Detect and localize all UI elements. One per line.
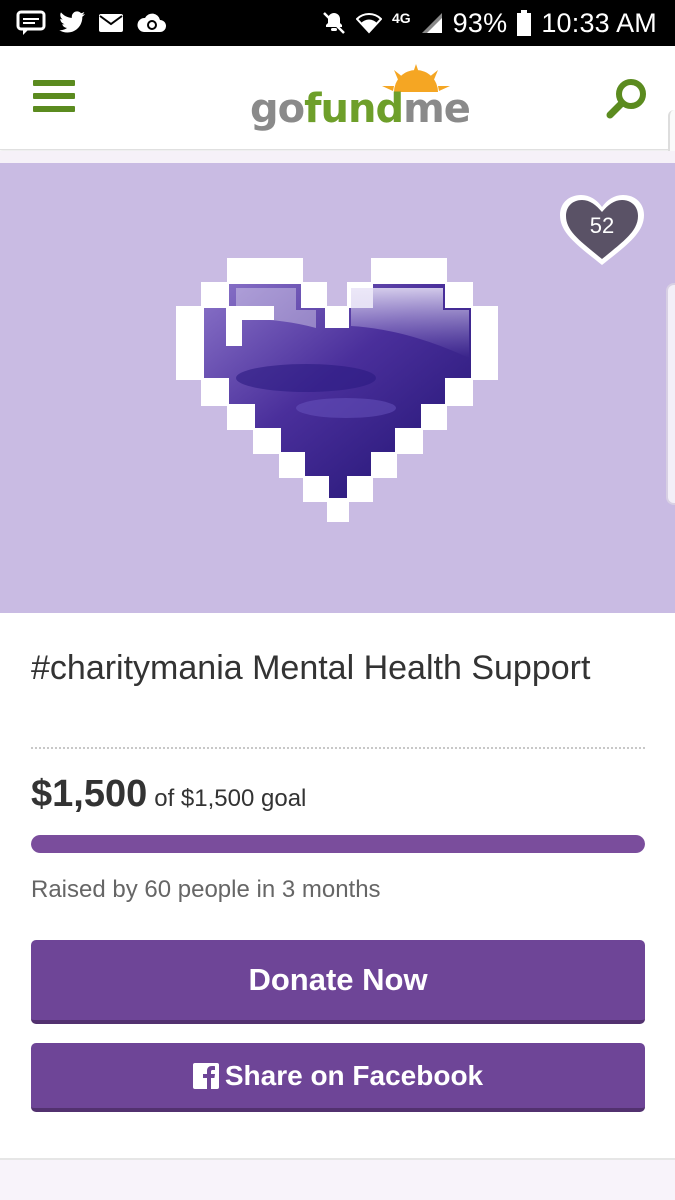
system-status: 4G 93% 10:33 AM [322,8,657,39]
funding-summary: $1,500 of $1,500 goal [31,773,306,816]
favorite-button[interactable]: 52 [557,193,647,269]
donate-now-button[interactable]: Donate Now [31,940,645,1024]
campaign-hero-image: 52 [0,163,675,613]
battery-percent: 93% [452,7,508,38]
donate-now-label: Donate Now [248,962,428,997]
hamburger-icon-bar [33,80,75,86]
next-section [0,1160,675,1200]
clock: 10:33 AM [541,7,657,38]
notification-icons [16,10,166,36]
share-facebook-button[interactable]: Share on Facebook [31,1043,645,1112]
side-panel-tab[interactable] [666,283,675,505]
logo-wordmark: gofundme [250,86,471,132]
facebook-icon [192,1062,219,1089]
battery-icon [517,10,532,36]
twitter-icon [58,11,86,35]
search-button[interactable] [604,76,650,122]
search-icon [606,79,646,119]
funding-progress-fill [31,835,645,853]
chat-icon [16,10,46,36]
wifi-icon [355,12,382,34]
header-spacer [0,151,675,163]
goal-amount: of $1,500 goal [154,785,307,812]
hamburger-icon-bar [33,93,75,99]
share-facebook-label: Share on Facebook [224,1059,484,1091]
mail-icon [98,13,124,33]
mute-icon [322,11,346,35]
gofundme-logo[interactable]: gofundme [250,62,471,142]
donor-summary: Raised by 60 people in 3 months [31,876,381,903]
signal-icon [421,12,443,34]
sync-cloud-icon [136,12,166,34]
hamburger-icon-bar [33,106,75,112]
amount-raised: $1,500 [31,773,148,815]
favorite-count: 52 [589,213,615,238]
status-bar: 4G 93% 10:33 AM [0,0,675,46]
campaign-title: #charitymania Mental Health Support [31,649,591,687]
app-header: gofundme [0,46,675,170]
funding-progress-bar [31,835,645,853]
divider [31,747,645,749]
menu-button[interactable] [33,80,75,114]
network-type-label: 4G [391,10,411,26]
pixel-heart-image [176,258,498,522]
